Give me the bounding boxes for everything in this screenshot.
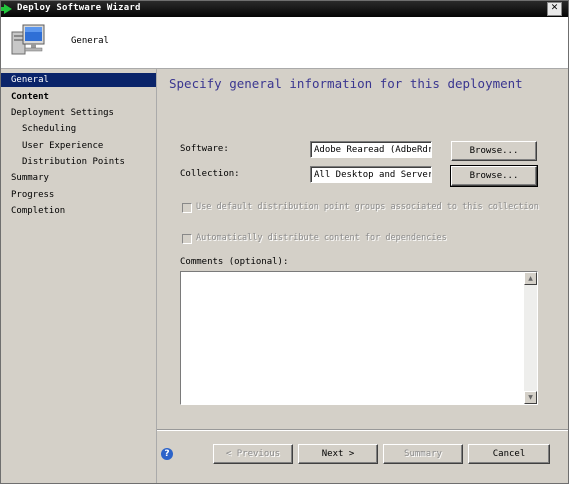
collection-field[interactable]: All Desktop and Server Cli xyxy=(310,166,432,183)
sidebar-item-label: General xyxy=(11,75,49,85)
sidebar-item-distribution-points[interactable]: Distribution Points xyxy=(1,155,156,169)
collection-browse-button[interactable]: Browse... xyxy=(450,165,538,187)
previous-button[interactable]: < Previous xyxy=(213,444,293,464)
sidebar-item-deployment-settings[interactable]: Deployment Settings xyxy=(1,106,156,120)
sidebar-item-label: Progress xyxy=(11,190,55,200)
sidebar-item-content[interactable]: Content xyxy=(1,90,156,104)
cancel-button[interactable]: Cancel xyxy=(468,444,550,464)
scroll-down-icon[interactable]: ▼ xyxy=(524,391,537,404)
header-title: General xyxy=(71,36,109,46)
collection-label: Collection: xyxy=(180,169,240,179)
comments-label: Comments (optional): xyxy=(180,257,289,267)
help-icon[interactable]: ? xyxy=(161,448,173,460)
use-default-dp-groups-checkbox[interactable] xyxy=(182,203,192,213)
sidebar-item-label: Distribution Points xyxy=(22,157,125,167)
page-heading: Specify general information for this dep… xyxy=(169,76,523,91)
comments-textarea[interactable]: ▲ ▼ xyxy=(180,271,538,405)
sidebar-item-general[interactable]: General xyxy=(1,73,156,87)
wizard-window: Deploy Software Wizard ✕ General General… xyxy=(0,0,569,484)
sidebar-item-user-experience[interactable]: User Experience xyxy=(1,139,156,153)
sidebar-item-label: Deployment Settings xyxy=(11,108,114,118)
wizard-header: General xyxy=(1,17,568,69)
wizard-arrow-icon xyxy=(1,4,12,14)
sidebar-item-label: Content xyxy=(11,92,49,102)
software-field[interactable]: Adobe Rearead (AdbeRdr940) xyxy=(310,141,432,158)
use-default-dp-groups-label: Use default distribution point groups as… xyxy=(196,202,539,212)
sidebar-item-completion[interactable]: Completion xyxy=(1,204,156,218)
title-bar[interactable]: Deploy Software Wizard ✕ xyxy=(1,1,568,17)
software-browse-button[interactable]: Browse... xyxy=(451,141,537,161)
next-button[interactable]: Next > xyxy=(298,444,378,464)
comments-scrollbar[interactable]: ▲ ▼ xyxy=(524,272,537,404)
footer-separator xyxy=(157,429,568,431)
computer-icon xyxy=(11,24,45,55)
auto-distribute-checkbox[interactable] xyxy=(182,234,192,244)
sidebar-item-label: Completion xyxy=(11,206,66,216)
window-title: Deploy Software Wizard xyxy=(17,3,141,13)
sidebar-item-progress[interactable]: Progress xyxy=(1,188,156,202)
sidebar-item-label: Summary xyxy=(11,173,49,183)
summary-button[interactable]: Summary xyxy=(383,444,463,464)
sidebar-item-scheduling[interactable]: Scheduling xyxy=(1,122,156,136)
sidebar-item-label: Scheduling xyxy=(22,124,77,134)
sidebar-item-summary[interactable]: Summary xyxy=(1,171,156,185)
scroll-up-icon[interactable]: ▲ xyxy=(524,272,537,285)
software-label: Software: xyxy=(180,144,229,154)
sidebar-item-label: User Experience xyxy=(22,141,104,151)
auto-distribute-label: Automatically distribute content for dep… xyxy=(196,233,447,243)
close-button[interactable]: ✕ xyxy=(547,2,562,16)
